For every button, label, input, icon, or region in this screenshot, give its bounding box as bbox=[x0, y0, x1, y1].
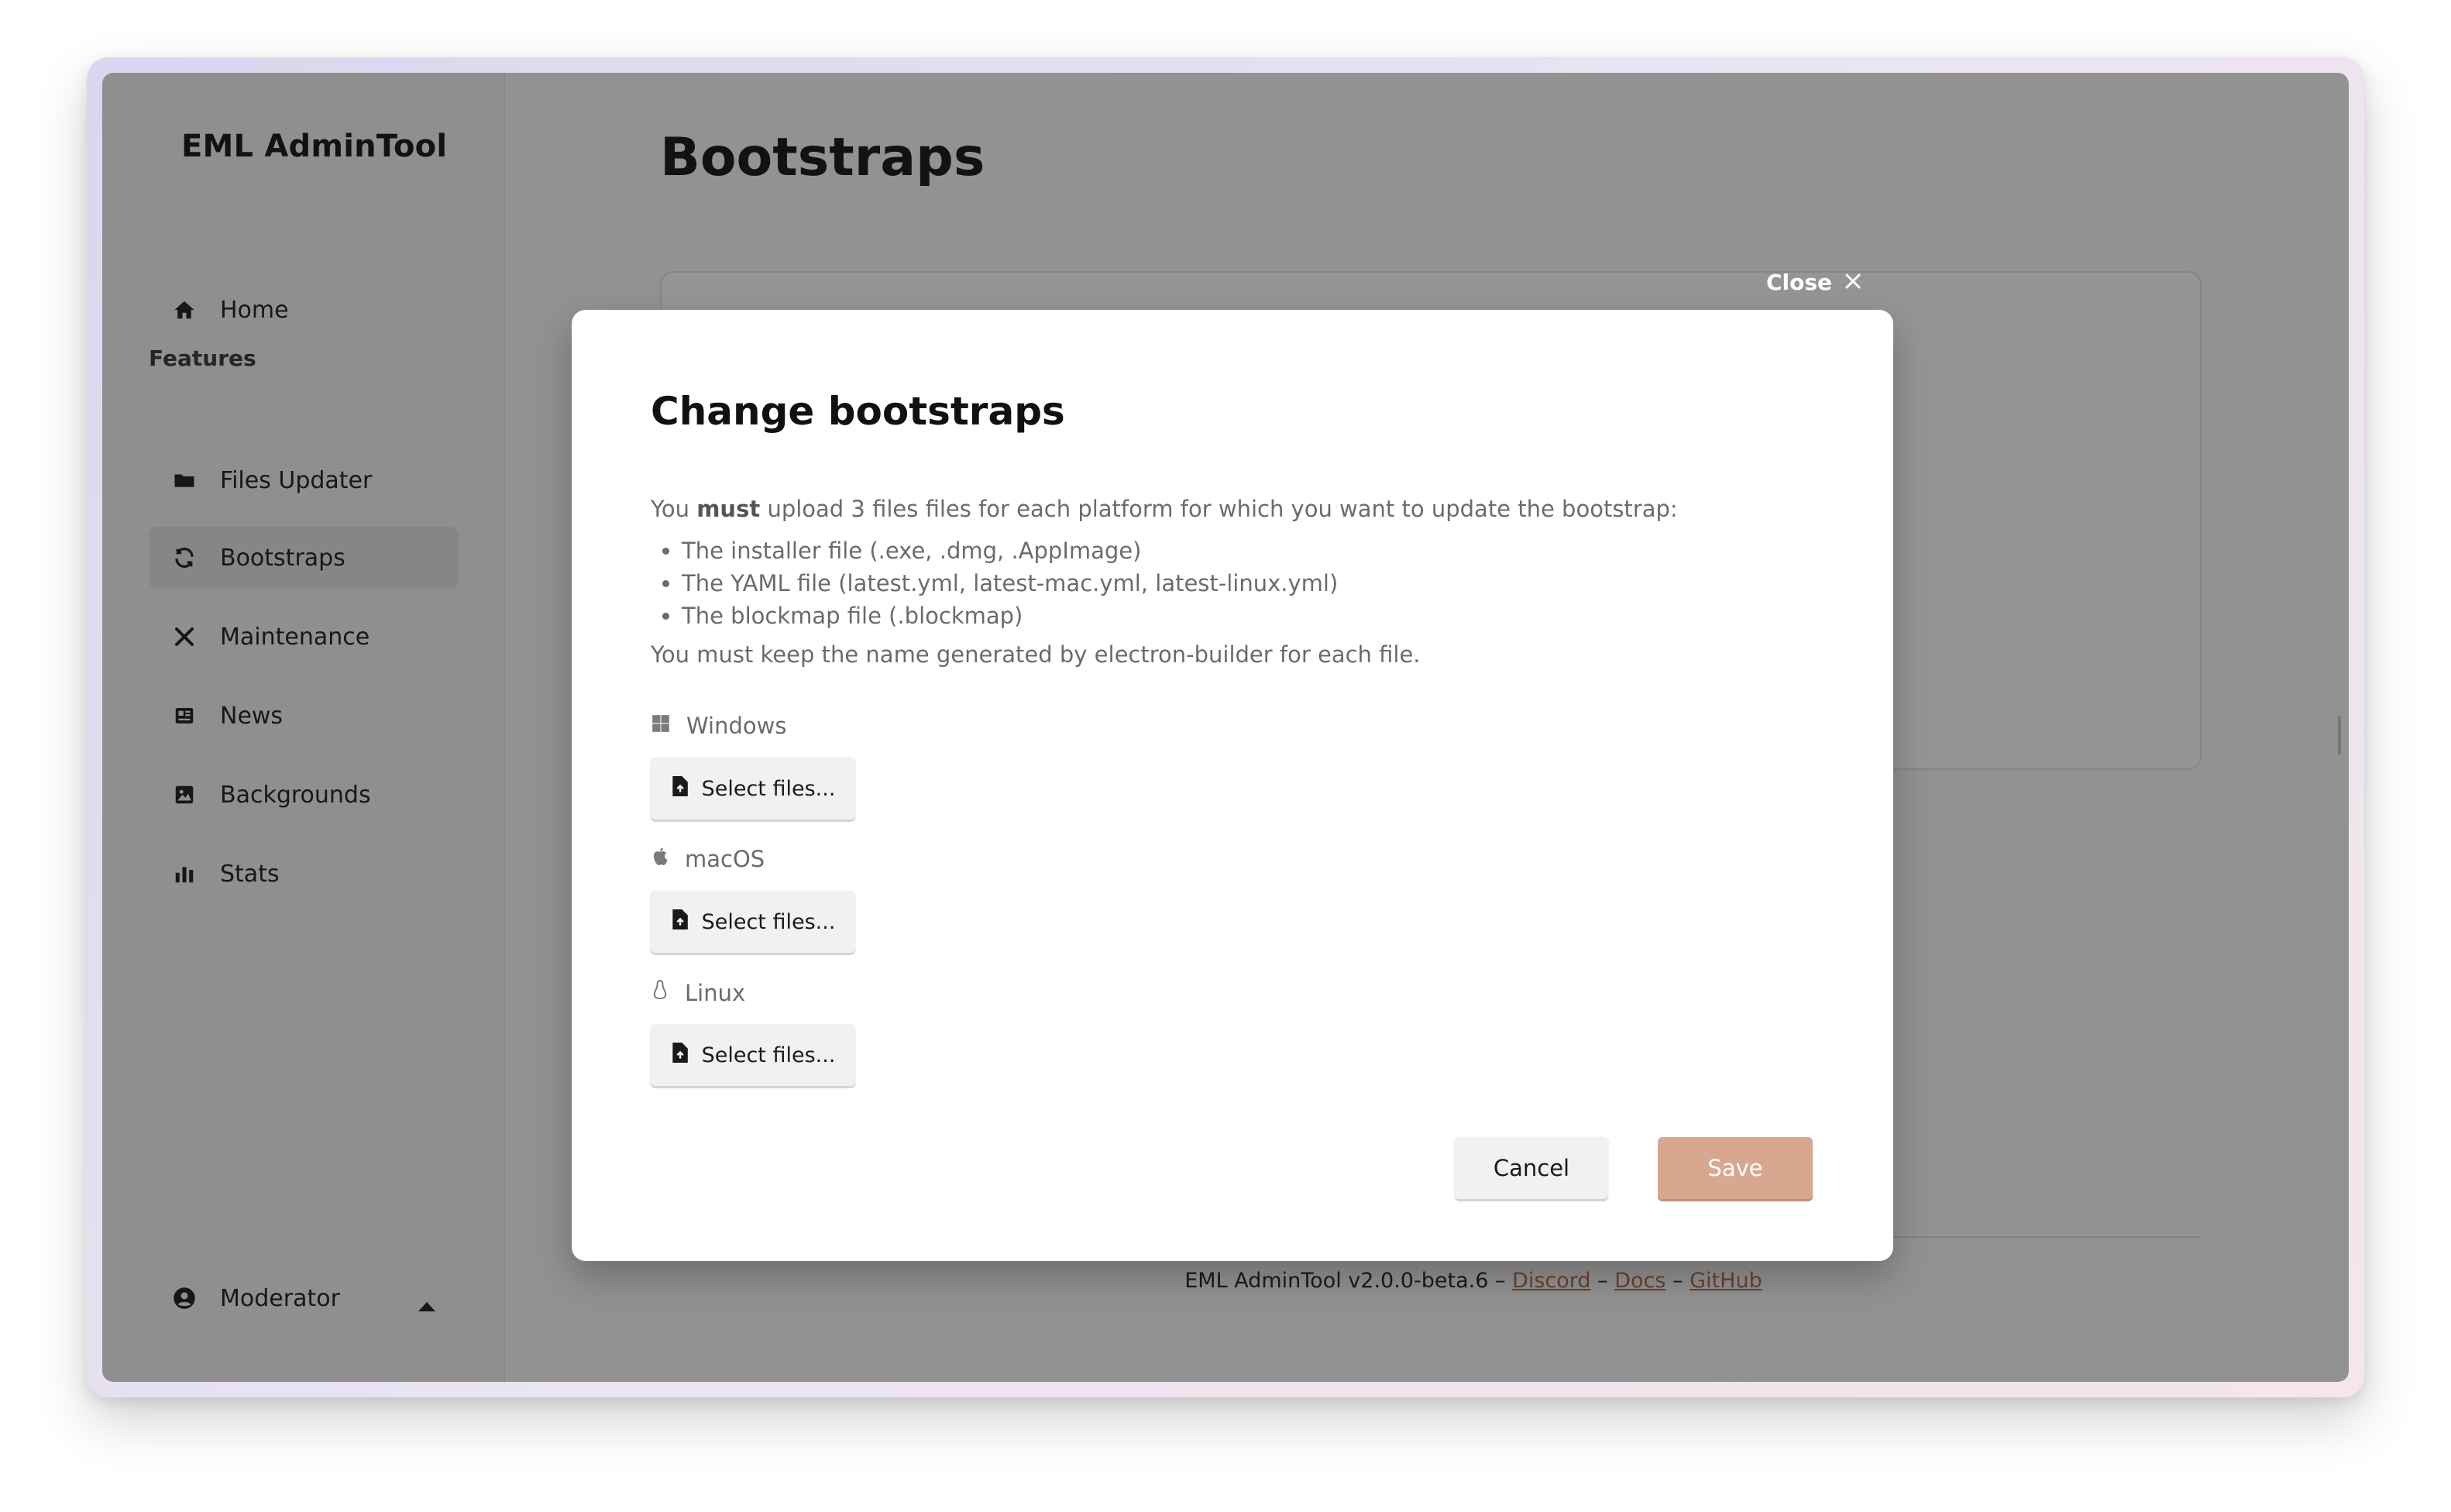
button-label: Select files... bbox=[701, 909, 836, 934]
close-label: Close bbox=[1766, 270, 1833, 295]
windows-icon bbox=[651, 713, 671, 739]
apple-icon bbox=[651, 846, 669, 872]
select-files-macos-button[interactable]: Select files... bbox=[651, 891, 855, 953]
list-item: The blockmap file (.blockmap) bbox=[682, 600, 1338, 632]
close-icon bbox=[1844, 270, 1861, 295]
keep-name-note: You must keep the name generated by elec… bbox=[651, 641, 1421, 668]
platform-name: Linux bbox=[685, 979, 746, 1006]
button-label: Select files... bbox=[701, 776, 836, 801]
intro-rest: upload 3 files files for each platform f… bbox=[767, 496, 1678, 522]
save-button[interactable]: Save bbox=[1658, 1137, 1813, 1199]
intro-must: must bbox=[696, 496, 761, 522]
file-upload-icon bbox=[671, 909, 688, 935]
platform-name: macOS bbox=[685, 846, 765, 872]
intro-text: You must upload 3 files files for each p… bbox=[651, 493, 1678, 525]
requirements-list: The installer file (.exe, .dmg, .AppImag… bbox=[651, 534, 1338, 632]
platform-name: Windows bbox=[686, 713, 787, 739]
app-window: EML AdminTool Home Features Files Update… bbox=[102, 73, 2349, 1382]
select-files-windows-button[interactable]: Select files... bbox=[651, 758, 855, 820]
dialog-title: Change bootstraps bbox=[651, 389, 1065, 434]
platform-label-linux: Linux bbox=[651, 979, 745, 1006]
change-bootstraps-dialog: Change bootstraps You must upload 3 file… bbox=[572, 310, 1893, 1261]
linux-icon bbox=[651, 979, 669, 1006]
window-frame: EML AdminTool Home Features Files Update… bbox=[87, 57, 2364, 1397]
modal-close-button[interactable]: Close bbox=[1766, 270, 1861, 295]
file-upload-icon bbox=[671, 775, 688, 802]
list-item: The installer file (.exe, .dmg, .AppImag… bbox=[682, 534, 1338, 567]
platform-label-windows: Windows bbox=[651, 713, 786, 739]
list-item: The YAML file (latest.yml, latest-mac.ym… bbox=[682, 567, 1338, 600]
file-upload-icon bbox=[671, 1042, 688, 1068]
select-files-linux-button[interactable]: Select files... bbox=[651, 1024, 855, 1086]
cancel-button[interactable]: Cancel bbox=[1455, 1137, 1608, 1199]
button-label: Select files... bbox=[701, 1043, 836, 1067]
platform-label-macos: macOS bbox=[651, 846, 765, 872]
intro-you: You bbox=[651, 496, 689, 522]
